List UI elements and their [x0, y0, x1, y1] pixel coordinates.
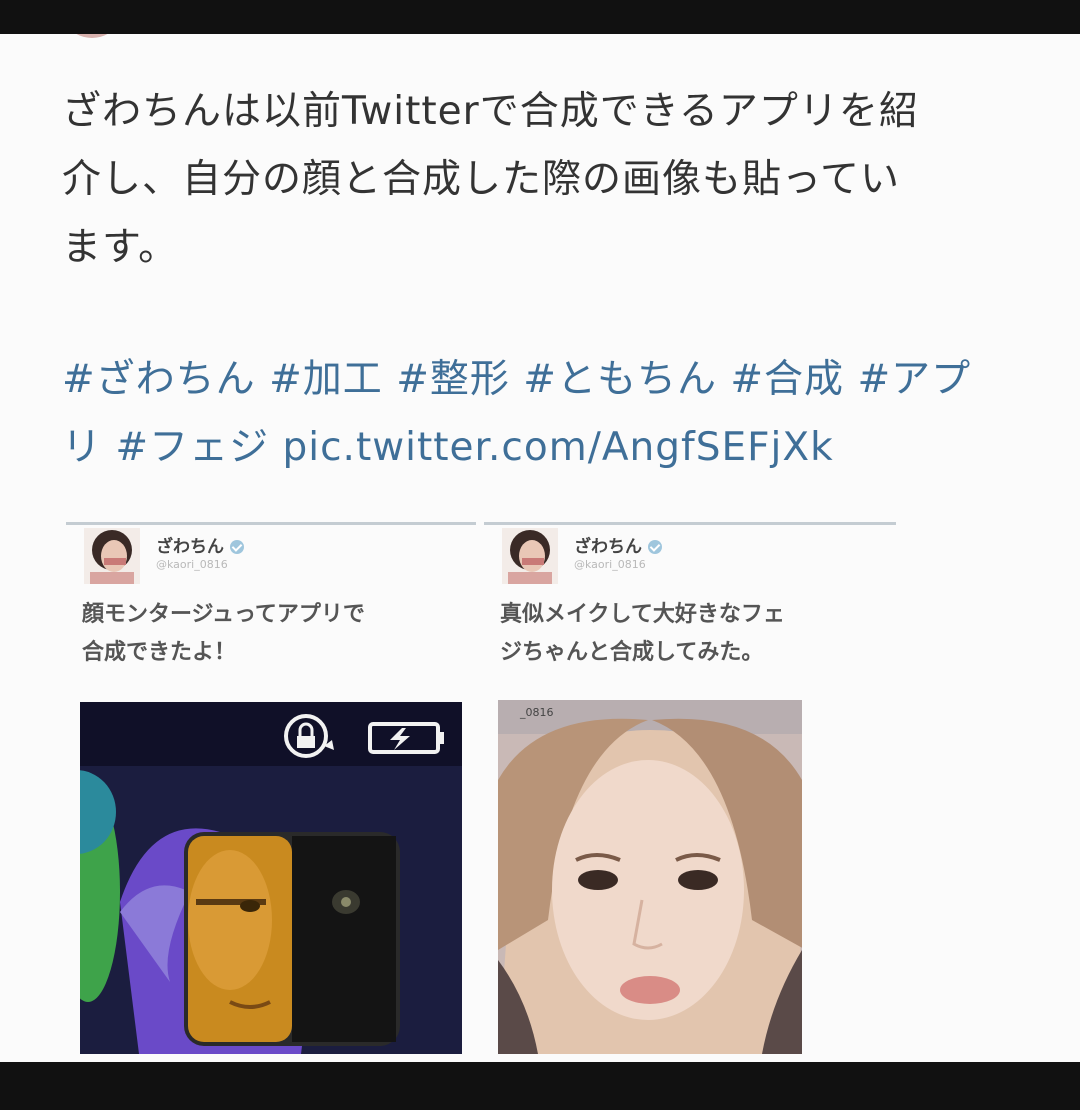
hashtag-apuri[interactable]: #アプ [857, 357, 971, 402]
card-author-name: ざわちん [156, 532, 244, 557]
card-text-line: 顔モンタージュってアプリで [82, 602, 365, 627]
card-divider [66, 522, 476, 525]
hashtag-feji[interactable]: #フェジ [115, 425, 269, 470]
cut-off-avatar [76, 34, 108, 38]
embedded-tweet-card[interactable]: ざわちん @kaori_0816 真似メイクして大好きなフェ ジちゃんと合成して… [484, 522, 896, 1062]
hashtag-apuri-cont[interactable]: リ [62, 425, 102, 470]
tweet-line: 介し、自分の顔と合成した際の画像も貼ってい [62, 157, 901, 202]
hashtag-gousei[interactable]: #合成 [730, 357, 844, 402]
tweet-text: ざわちんは以前Twitterで合成できるアプリを紹 介し、自分の顔と合成した際の… [62, 78, 1022, 282]
card-handle: @kaori_0816 [574, 558, 646, 571]
card-author-name: ざわちん [574, 532, 662, 557]
hashtag-tomochin[interactable]: #ともちん [523, 357, 717, 402]
tweet-page: ざわちんは以前Twitterで合成できるアプリを紹 介し、自分の顔と合成した際の… [0, 34, 1080, 1062]
card-text-line: 合成できたよ！ [82, 640, 237, 665]
card-handle: @kaori_0816 [156, 558, 228, 571]
pic-link[interactable]: pic.twitter.com/AngfSEFjXk [283, 425, 834, 470]
top-bar [0, 0, 1080, 34]
verified-badge-icon [230, 540, 244, 554]
bottom-bar [0, 1062, 1080, 1110]
app-screenshot-image[interactable] [80, 702, 462, 1054]
hashtag-zawachin[interactable]: #ざわちん [62, 357, 256, 402]
embedded-tweet-card[interactable]: ざわちん @kaori_0816 顔モンタージュってアプリで 合成できたよ！ [66, 522, 476, 1062]
face-composite-photo[interactable]: _0816 [498, 700, 802, 1054]
avatar [84, 528, 140, 584]
verified-badge-icon [648, 540, 662, 554]
tweet-line: ます。 [62, 225, 179, 270]
avatar [502, 528, 558, 584]
hashtag-kakou[interactable]: #加工 [269, 357, 383, 402]
card-text-line: ジちゃんと合成してみた。 [500, 640, 764, 665]
hashtag-block: #ざわちん #加工 #整形 #ともちん #合成 #アプ リ #フェジ pic.t… [62, 346, 1022, 482]
photo-caption: _0816 [519, 706, 554, 719]
card-text: 顔モンタージュってアプリで 合成できたよ！ [82, 596, 462, 672]
card-divider [484, 522, 896, 525]
card-text-line: 真似メイクして大好きなフェ [500, 602, 785, 627]
card-text: 真似メイクして大好きなフェ ジちゃんと合成してみた。 [500, 596, 880, 672]
tweet-line: ざわちんは以前Twitterで合成できるアプリを紹 [62, 89, 919, 134]
hashtag-seikei[interactable]: #整形 [396, 357, 510, 402]
